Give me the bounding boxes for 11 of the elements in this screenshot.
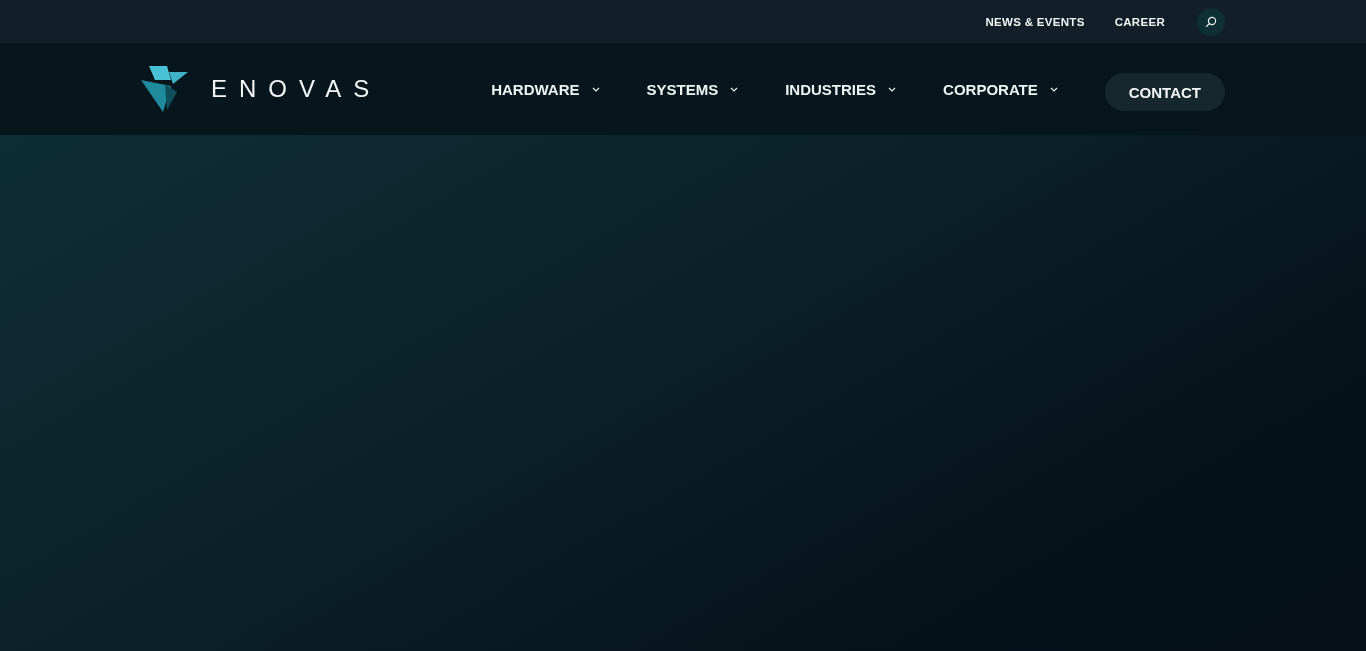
- contact-button[interactable]: CONTACT: [1104, 73, 1225, 111]
- top-link[interactable]: NEWS & EVENTS: [985, 15, 1085, 28]
- nav-item[interactable]: INDUSTRIES: [785, 80, 897, 98]
- logo-wordmark[interactable]: ENOVAS: [211, 75, 382, 103]
- search-button[interactable]: [1197, 7, 1225, 36]
- nav-item[interactable]: HARDWARE: [491, 80, 600, 98]
- nav-item[interactable]: SYSTEMS: [646, 80, 739, 98]
- logo-icon[interactable]: [141, 66, 189, 112]
- nav-item[interactable]: CORPORATE: [943, 80, 1058, 98]
- search-icon: [1205, 15, 1217, 28]
- top-link[interactable]: CAREER: [1114, 15, 1165, 28]
